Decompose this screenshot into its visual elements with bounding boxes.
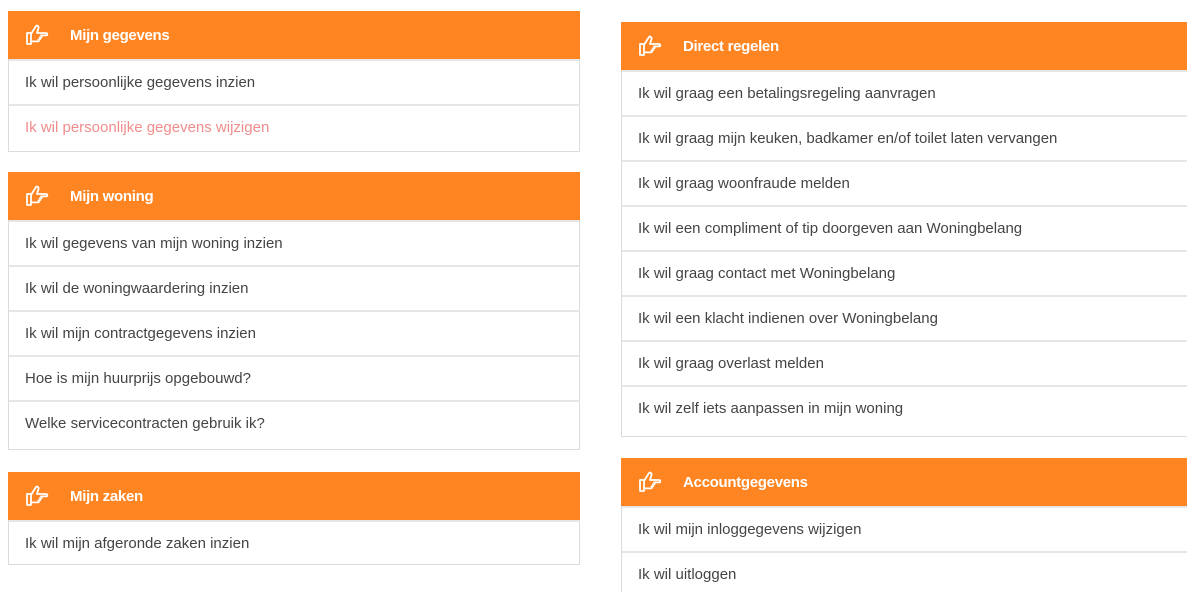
link-compliment-tip[interactable]: Ik wil een compliment of tip doorgeven a…: [622, 205, 1187, 250]
pointing-hand-icon: [637, 33, 663, 59]
panel-header: Mijn gegevens: [8, 11, 580, 59]
link-uitloggen[interactable]: Ik wil uitloggen: [622, 551, 1187, 596]
panel-header: Direct regelen: [621, 22, 1187, 70]
panel-mijn-zaken: Mijn zaken Ik wil mijn afgeronde zaken i…: [8, 472, 580, 565]
link-gegevens-inzien[interactable]: Ik wil persoonlijke gegevens inzien: [9, 59, 579, 104]
link-klacht[interactable]: Ik wil een klacht indienen over Woningbe…: [622, 295, 1187, 340]
link-servicecontracten[interactable]: Welke servicecontracten gebruik ik?: [9, 400, 579, 445]
panel-title: Accountgegevens: [683, 473, 808, 491]
panel-title: Mijn gegevens: [70, 26, 170, 44]
link-keuken-badkamer[interactable]: Ik wil graag mijn keuken, badkamer en/of…: [622, 115, 1187, 160]
panel-title: Direct regelen: [683, 37, 779, 55]
panel-header: Mijn woning: [8, 172, 580, 220]
panel-mijn-gegevens: Mijn gegevens Ik wil persoonlijke gegeve…: [8, 11, 580, 152]
link-overlast[interactable]: Ik wil graag overlast melden: [622, 340, 1187, 385]
panel-title: Mijn zaken: [70, 487, 143, 505]
panel-header: Mijn zaken: [8, 472, 580, 520]
link-contractgegevens[interactable]: Ik wil mijn contractgegevens inzien: [9, 310, 579, 355]
panel-title: Mijn woning: [70, 187, 154, 205]
panel-header: Accountgegevens: [621, 458, 1187, 506]
pointing-hand-icon: [24, 483, 50, 509]
panel-accountgegevens: Accountgegevens Ik wil mijn inloggegeven…: [621, 458, 1187, 592]
link-gegevens-wijzigen[interactable]: Ik wil persoonlijke gegevens wijzigen: [9, 104, 579, 149]
link-contact[interactable]: Ik wil graag contact met Woningbelang: [622, 250, 1187, 295]
link-betalingsregeling[interactable]: Ik wil graag een betalingsregeling aanvr…: [622, 70, 1187, 115]
link-woning-gegevens[interactable]: Ik wil gegevens van mijn woning inzien: [9, 220, 579, 265]
pointing-hand-icon: [637, 469, 663, 495]
panel-direct-regelen: Direct regelen Ik wil graag een betaling…: [621, 22, 1187, 437]
link-afgeronde-zaken[interactable]: Ik wil mijn afgeronde zaken inzien: [9, 520, 579, 565]
pointing-hand-icon: [24, 22, 50, 48]
link-woonfraude[interactable]: Ik wil graag woonfraude melden: [622, 160, 1187, 205]
panel-mijn-woning: Mijn woning Ik wil gegevens van mijn won…: [8, 172, 580, 450]
pointing-hand-icon: [24, 183, 50, 209]
link-huurprijs[interactable]: Hoe is mijn huurprijs opgebouwd?: [9, 355, 579, 400]
link-inloggegevens-wijzigen[interactable]: Ik wil mijn inloggegevens wijzigen: [622, 506, 1187, 551]
link-zelf-aanpassen[interactable]: Ik wil zelf iets aanpassen in mijn wonin…: [622, 385, 1187, 430]
link-woningwaardering[interactable]: Ik wil de woningwaardering inzien: [9, 265, 579, 310]
